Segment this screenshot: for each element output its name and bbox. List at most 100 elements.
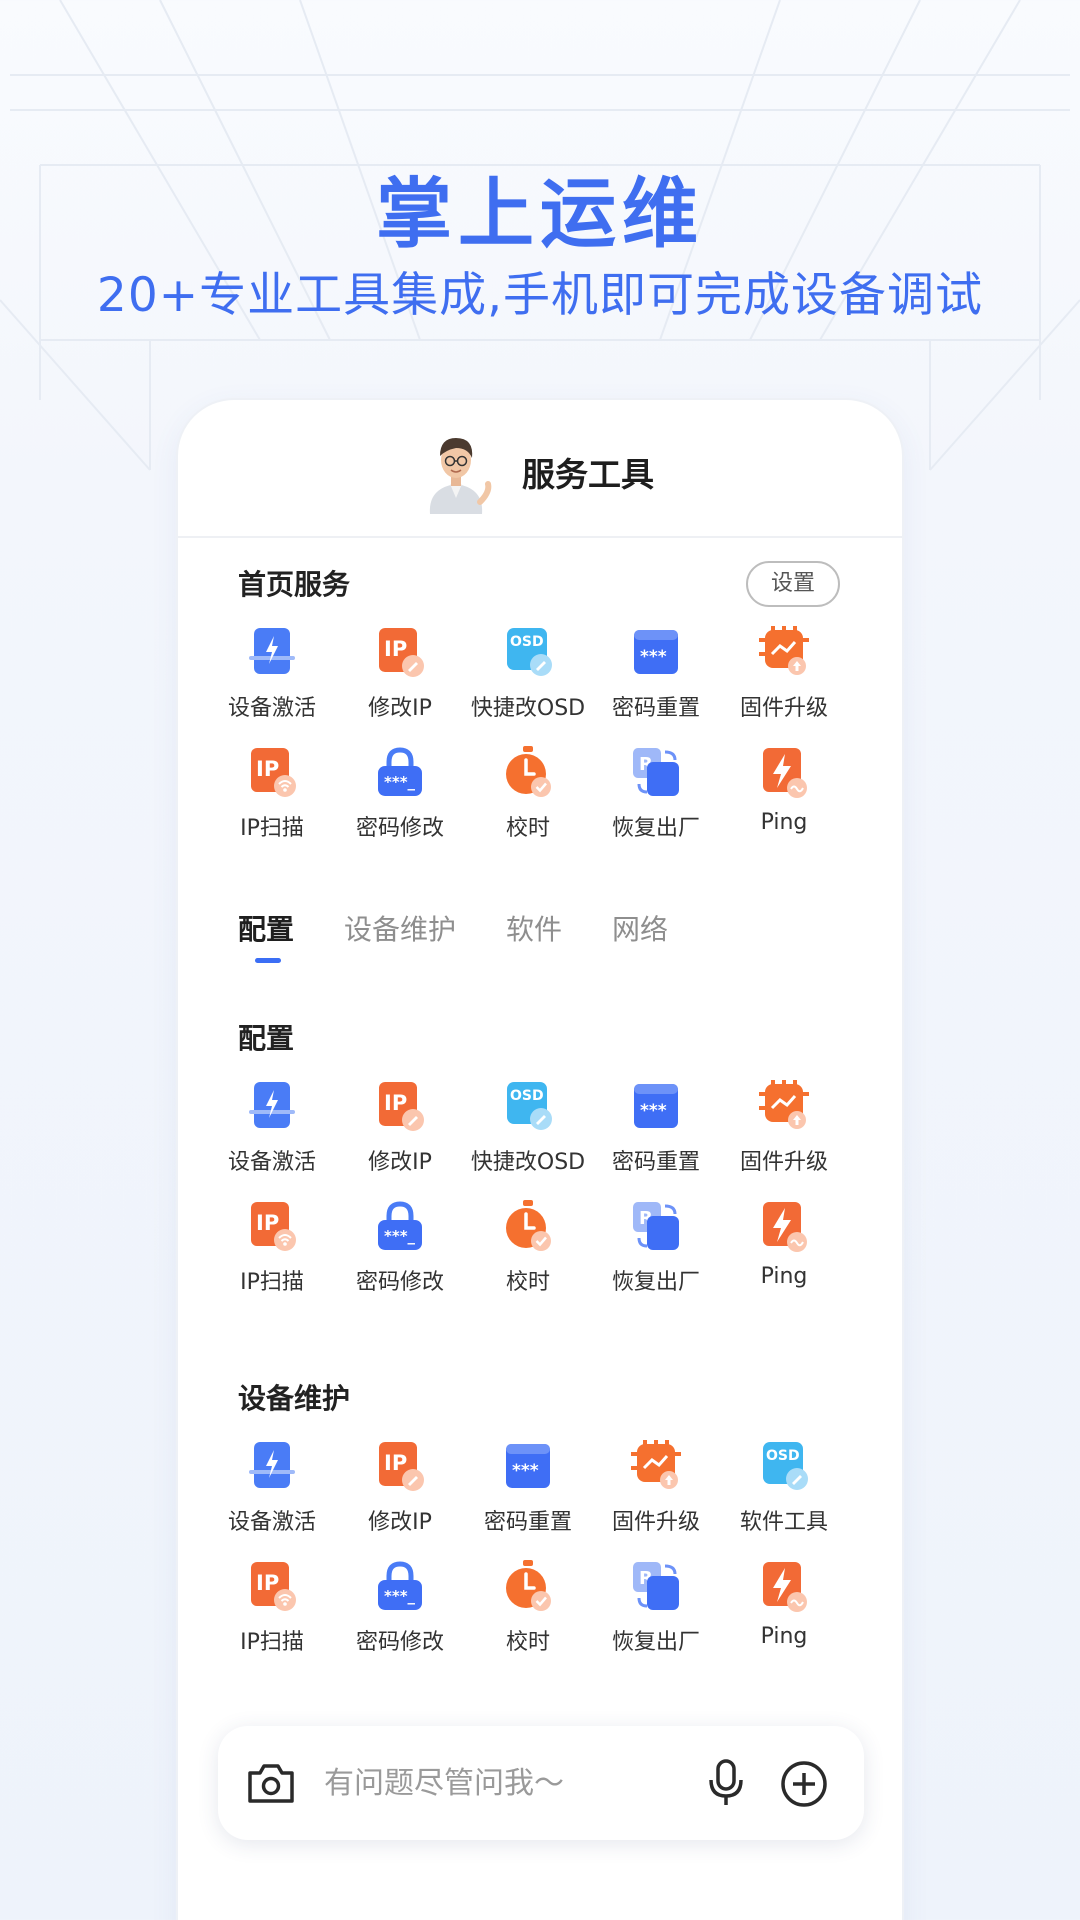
tool-label: 密码修改 [355, 1270, 444, 1295]
tool-item[interactable]: 设备激活 [208, 1440, 336, 1542]
password-reset-icon: *** [631, 1080, 681, 1134]
tool-item[interactable]: *** 密码重置 [592, 626, 720, 728]
osd-edit-icon: OSD [503, 626, 553, 680]
tool-label: 密码重置 [611, 1150, 700, 1175]
camera-icon[interactable] [246, 1761, 296, 1805]
tool-label: Ping [760, 810, 808, 835]
osd-edit-icon: OSD [503, 1080, 553, 1134]
tool-item[interactable]: *** 密码重置 [592, 1080, 720, 1182]
svg-text:***: *** [512, 1461, 539, 1481]
svg-text:IP: IP [256, 1571, 279, 1595]
tool-item[interactable]: IP 修改IP [336, 1080, 464, 1182]
osd-edit-icon: OSD [759, 1440, 809, 1494]
tool-label: IP扫描 [240, 1270, 304, 1295]
tool-item[interactable]: Ping [720, 1560, 848, 1662]
tool-item[interactable]: OSD 软件工具 [720, 1440, 848, 1542]
tool-item[interactable]: 固件升级 [720, 626, 848, 728]
home-services-grid: 设备激活 IP 修改IP OSD 快捷改OSD *** 密码重置 固件升级 IP IP扫描 ***_… [208, 626, 848, 848]
tab-network[interactable]: 网络 [612, 908, 668, 968]
tool-item[interactable]: Ping [720, 746, 848, 848]
ping-icon [759, 1560, 809, 1614]
tool-item[interactable]: IP IP扫描 [208, 1560, 336, 1662]
tool-label: 校时 [505, 816, 550, 841]
tool-label: 快捷改OSD [470, 696, 586, 721]
chat-input-bar [218, 1726, 864, 1840]
time-sync-icon [503, 746, 553, 800]
tool-label: IP扫描 [240, 1630, 304, 1655]
device-activate-icon [247, 1080, 297, 1134]
tool-label: 软件工具 [739, 1510, 828, 1535]
ip-scan-icon: IP [247, 1560, 297, 1614]
tool-item[interactable]: 校时 [464, 1200, 592, 1302]
tool-item[interactable]: IP 修改IP [336, 626, 464, 728]
password-lock-icon: ***_ [375, 746, 425, 800]
tool-item[interactable]: OSD 快捷改OSD [464, 1080, 592, 1182]
ping-icon [759, 746, 809, 800]
tool-label: 固件升级 [739, 696, 828, 721]
tool-label: 密码重置 [611, 696, 700, 721]
modify-ip-icon: IP [375, 1440, 425, 1494]
tool-item[interactable]: ***_ 密码修改 [336, 1200, 464, 1302]
tool-label: 恢复出厂 [611, 816, 700, 841]
tool-label: Ping [760, 1624, 808, 1649]
tool-item[interactable]: 校时 [464, 746, 592, 848]
add-icon[interactable] [780, 1760, 828, 1808]
tool-label: 密码修改 [355, 1630, 444, 1655]
assistant-avatar [429, 438, 492, 514]
tool-item[interactable]: Ping [720, 1200, 848, 1302]
tool-item[interactable]: R 恢复出厂 [592, 1560, 720, 1662]
active-tab-indicator [255, 958, 281, 963]
settings-button[interactable]: 设置 [746, 561, 840, 607]
tool-item[interactable]: 校时 [464, 1560, 592, 1662]
tool-label: 固件升级 [739, 1150, 828, 1175]
modify-ip-icon: IP [375, 626, 425, 680]
modify-ip-icon: IP [375, 1080, 425, 1134]
page-header: 服务工具 [178, 400, 902, 538]
chat-input[interactable] [324, 1756, 654, 1810]
factory-reset-icon: R [631, 1560, 681, 1614]
firmware-upgrade-icon [759, 1080, 809, 1134]
tool-item[interactable]: ***_ 密码修改 [336, 746, 464, 848]
password-lock-icon: ***_ [375, 1560, 425, 1614]
ip-scan-icon: IP [247, 1200, 297, 1254]
config-section-title: 配置 [238, 1022, 295, 1055]
tool-item[interactable]: 设备激活 [208, 626, 336, 728]
tool-item[interactable]: *** 密码重置 [464, 1440, 592, 1542]
password-reset-icon: *** [631, 626, 681, 680]
config-tools-grid: 设备激活 IP 修改IP OSD 快捷改OSD *** 密码重置 固件升级 IP IP扫描 ***_… [208, 1080, 848, 1302]
home-services-title: 首页服务 [238, 568, 351, 601]
tool-label: 修改IP [368, 1150, 432, 1175]
phone-frame: 服务工具 首页服务 设置 设备激活 IP 修改IP OSD 快捷改OSD *** 密码重置固… [178, 400, 902, 1920]
tab-device-maintenance[interactable]: 设备维护 [344, 908, 456, 968]
tool-label: 设备激活 [227, 1150, 316, 1175]
tool-item[interactable]: OSD 快捷改OSD [464, 626, 592, 728]
svg-text:OSD: OSD [766, 1448, 800, 1464]
tool-label: 密码重置 [483, 1510, 572, 1535]
tool-item[interactable]: 固件升级 [720, 1080, 848, 1182]
svg-text:OSD: OSD [510, 1088, 544, 1104]
tool-item[interactable]: 设备激活 [208, 1080, 336, 1182]
tool-item[interactable]: 固件升级 [592, 1440, 720, 1542]
tool-item[interactable]: ***_ 密码修改 [336, 1560, 464, 1662]
factory-reset-icon: R [631, 746, 681, 800]
tool-label: 设备激活 [227, 1510, 316, 1535]
tool-label: 校时 [505, 1270, 550, 1295]
ping-icon [759, 1200, 809, 1254]
svg-text:IP: IP [384, 637, 407, 661]
tool-label: 快捷改OSD [470, 1150, 586, 1175]
svg-text:***_: ***_ [384, 1587, 416, 1605]
password-reset-icon: *** [503, 1440, 553, 1494]
svg-text:OSD: OSD [510, 634, 544, 650]
tab-software[interactable]: 软件 [506, 908, 562, 968]
svg-text:***_: ***_ [384, 1227, 416, 1245]
device-activate-icon [247, 1440, 297, 1494]
microphone-icon[interactable] [706, 1758, 746, 1808]
tool-item[interactable]: R 恢复出厂 [592, 746, 720, 848]
device-activate-icon [247, 626, 297, 680]
tool-item[interactable]: IP IP扫描 [208, 746, 336, 848]
time-sync-icon [503, 1200, 553, 1254]
tool-item[interactable]: R 恢复出厂 [592, 1200, 720, 1302]
tool-item[interactable]: IP 修改IP [336, 1440, 464, 1542]
tool-item[interactable]: IP IP扫描 [208, 1200, 336, 1302]
factory-reset-icon: R [631, 1200, 681, 1254]
